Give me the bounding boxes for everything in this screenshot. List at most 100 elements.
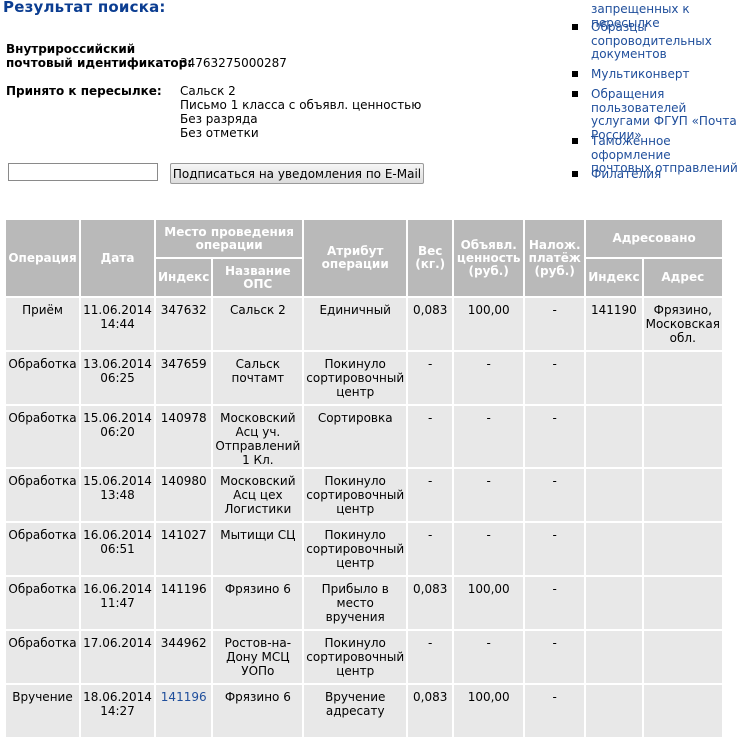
cell-line: 15.06.2014 — [83, 411, 152, 425]
table-row: Вручение 18.06.2014 14:27 141196 Фрязино 6 Вр… — [6, 685, 722, 737]
email-input[interactable] — [8, 163, 158, 181]
cell-text: Обработка — [8, 474, 77, 488]
cell-attribute: Сортировка — [304, 406, 407, 467]
subscribe-email-button[interactable]: Подписаться на уведомления по E-Mail — [170, 163, 424, 184]
cell-operation: Вручение — [6, 685, 79, 737]
cell-line: вручения — [325, 610, 385, 624]
cell-line: Вручение — [324, 690, 386, 704]
cell-text: - — [552, 303, 557, 317]
cell-line: 15.06.2014 — [83, 474, 152, 488]
accepted-line-2: Письмо 1 класса с объявл. ценностью — [180, 98, 422, 112]
cell-index: 140980 — [156, 469, 212, 521]
header-index: Индекс — [156, 259, 212, 296]
header-operation: Операция — [6, 220, 79, 296]
cell-text: - — [428, 357, 433, 371]
cell-operation: Обработка — [6, 631, 79, 683]
sidebar-link-line: документов — [591, 47, 667, 61]
sidebar-link-line: Таможенное оформление — [591, 134, 671, 162]
accepted-line-3: Без разряда — [180, 112, 258, 126]
cell-line: сортировочный — [306, 371, 405, 385]
header-line: Вес — [417, 244, 443, 258]
header-weight: Вес (кг.) — [408, 220, 453, 296]
rpo-label-line1: Внутрироссийский — [6, 42, 136, 56]
header-line: (кг.) — [415, 257, 446, 271]
sidebar-link-philately[interactable]: Филателия — [591, 167, 749, 182]
cell-declared-value: 100,00 — [454, 298, 524, 350]
cell-addr-address — [643, 469, 722, 521]
cell-attribute: Вручение адресату — [304, 685, 407, 737]
cell-text: - — [552, 411, 557, 425]
cell-line: 13:48 — [100, 488, 135, 502]
cell-weight: 0,083 — [408, 298, 453, 350]
cell-operation: Приём — [6, 298, 79, 350]
sidebar-link-multienvelope[interactable]: Мультиконверт — [591, 67, 749, 82]
cell-addr-address — [643, 577, 722, 629]
cell-line: 16.06.2014 — [83, 582, 152, 596]
cell-text: Обработка — [8, 357, 77, 371]
header-line: Название — [225, 263, 291, 278]
header-line: Объявл. — [460, 237, 517, 252]
cell-declared-value: - — [454, 469, 524, 521]
cell-line: 14:27 — [100, 704, 135, 718]
cell-text: - — [486, 636, 491, 650]
cell-date: 15.06.2014 06:20 — [81, 406, 154, 467]
sidebar-link-line: услугами ФГУП «Почта — [591, 114, 737, 128]
cell-addr-address — [643, 523, 722, 575]
cell-line: Покинуло — [324, 528, 386, 542]
header-ops-name: Название ОПС — [213, 259, 303, 296]
header-addressed: Адресовано — [586, 220, 722, 257]
cell-line: центр — [336, 502, 375, 516]
cell-ops-name: Мытищи СЦ — [213, 523, 303, 575]
table-row: Обработка 16.06.2014 11:47 141196 Фрязино 6 П… — [6, 577, 722, 629]
header-line: операции — [321, 257, 389, 271]
cell-text: 100,00 — [467, 690, 510, 704]
cell-operation: Обработка — [6, 523, 79, 575]
cell-weight: - — [408, 631, 453, 683]
cell-weight: 0,083 — [408, 577, 453, 629]
cell-ops-name: Фрязино 6 — [213, 685, 303, 737]
accepted-label: Принято к пересылке: — [6, 84, 162, 98]
cell-index: 140978 — [156, 406, 212, 467]
header-attribute: Атрибут операции — [304, 220, 407, 296]
cell-line: Фрязино 6 — [224, 690, 291, 704]
tracking-table: Операция Дата Место проведения операции … — [4, 218, 724, 739]
header-line: ОПС — [243, 276, 273, 291]
cell-line: 1 Кл. — [242, 453, 274, 467]
cell-weight: - — [408, 523, 453, 575]
cell-line: центр — [336, 664, 375, 678]
cell-weight: 0,083 — [408, 685, 453, 737]
cell-line: Асц уч. — [235, 425, 281, 439]
cell-line: Прибыло в — [321, 582, 389, 596]
cell-line: сортировочный — [306, 650, 405, 664]
bullet-icon — [572, 71, 578, 77]
cell-line: Московская — [645, 317, 720, 331]
cell-addr-index — [586, 685, 642, 737]
cell-line: Отправлений — [215, 439, 301, 453]
cell-line: сортировочный — [306, 488, 405, 502]
cell-line: место — [336, 596, 374, 610]
cell-operation: Обработка — [6, 469, 79, 521]
cell-addr-index — [586, 577, 642, 629]
header-line: (руб.) — [468, 263, 509, 278]
cell-addr-address — [643, 631, 722, 683]
cell-ops-name: Фрязино 6 — [213, 577, 303, 629]
cell-attribute: Покинуло сортировочный центр — [304, 469, 407, 521]
cell-attribute: Покинуло сортировочный центр — [304, 631, 407, 683]
cell-text: 140978 — [160, 411, 207, 425]
cell-line: 11.06.2014 — [83, 303, 152, 317]
cell-addr-address: Фрязино, Московская обл. — [643, 298, 722, 350]
cell-text: 141027 — [160, 528, 207, 542]
cell-text: 347632 — [160, 303, 207, 317]
cell-ops-name: Московский Асц уч. Отправлений 1 Кл. — [213, 406, 303, 467]
cell-text: - — [486, 528, 491, 542]
header-line: (руб.) — [534, 263, 575, 278]
cell-weight: - — [408, 469, 453, 521]
cell-text: - — [428, 411, 433, 425]
cell-cod: - — [525, 523, 585, 575]
index-link[interactable]: 141196 — [161, 690, 207, 704]
cell-text: 141196 — [160, 582, 207, 596]
cell-line: Сортировка — [317, 411, 393, 425]
cell-text: Обработка — [8, 636, 77, 650]
sidebar-link-samples[interactable]: Образцы сопроводительных документов — [591, 20, 749, 62]
cell-text: - — [552, 357, 557, 371]
